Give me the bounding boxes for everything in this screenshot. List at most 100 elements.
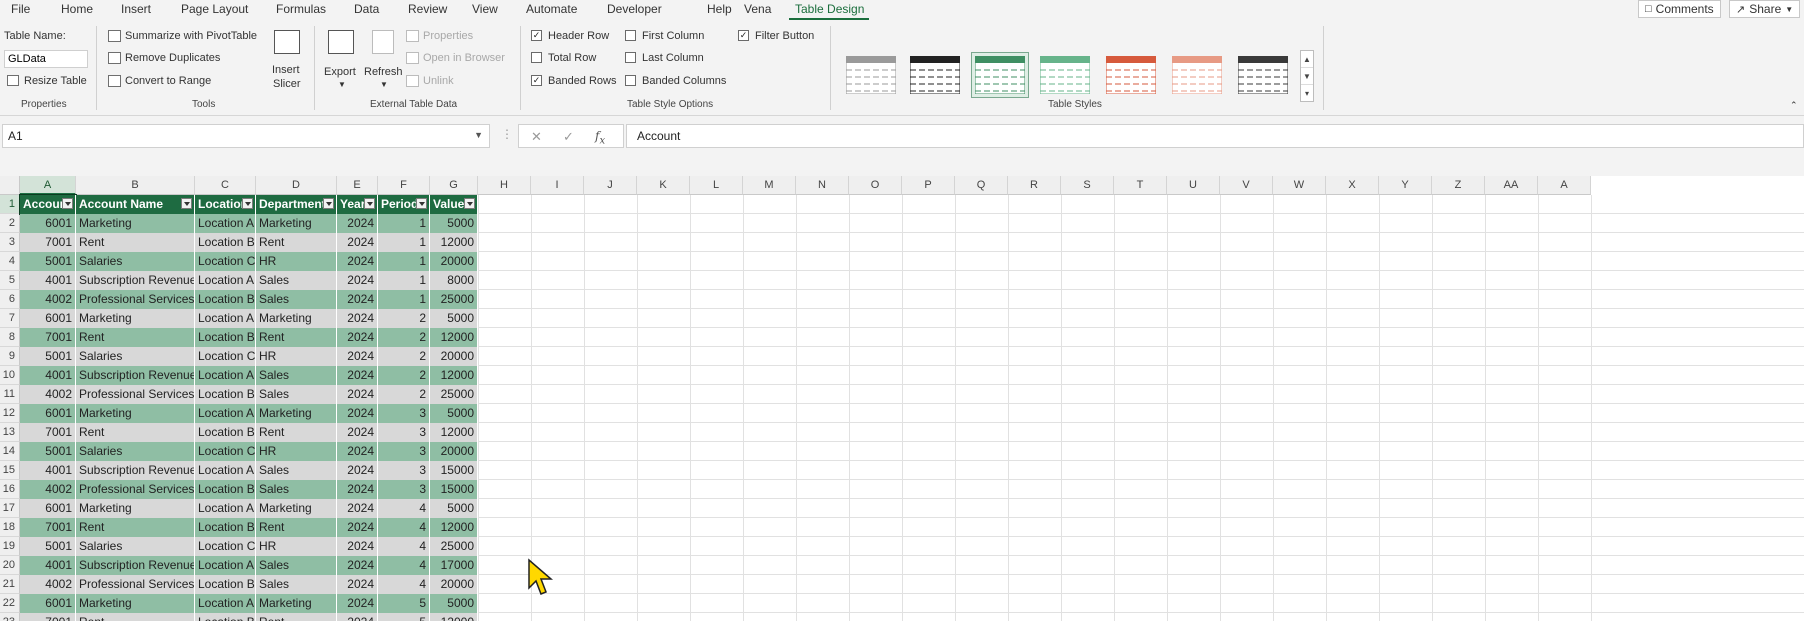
header-row-checkbox[interactable]: ✓ (531, 30, 542, 41)
column-header-x[interactable]: X (1326, 176, 1379, 195)
chevron-down-icon[interactable]: ▼ (1301, 68, 1313, 85)
row-header[interactable]: 3 (0, 233, 20, 252)
table-header-cell[interactable]: Location (195, 195, 256, 214)
table-style-swatch[interactable] (1036, 52, 1094, 98)
table-cell[interactable]: 2 (378, 347, 430, 366)
table-header-cell[interactable]: Account Name (76, 195, 195, 214)
column-header-u[interactable]: U (1167, 176, 1220, 195)
column-header-c[interactable]: C (195, 176, 256, 195)
table-cell[interactable]: HR (256, 252, 337, 271)
name-box[interactable]: A1 ▼ (2, 124, 490, 148)
insert-slicer-button[interactable]: Insert Slicer (268, 26, 308, 96)
table-cell[interactable]: 3 (378, 461, 430, 480)
table-cell[interactable]: Professional Services (76, 385, 195, 404)
filter-dropdown-icon[interactable] (416, 198, 427, 209)
comments-button[interactable]: □ Comments (1638, 0, 1721, 18)
table-cell[interactable]: 25000 (430, 290, 478, 309)
column-header-aa[interactable]: AA (1485, 176, 1538, 195)
table-cell[interactable]: 6001 (20, 404, 76, 423)
table-cell[interactable]: Marketing (76, 404, 195, 423)
row-header[interactable]: 9 (0, 347, 20, 366)
table-cell[interactable]: 5001 (20, 252, 76, 271)
table-cell[interactable]: 2024 (337, 233, 378, 252)
column-header-m[interactable]: M (743, 176, 796, 195)
convert-to-range-button[interactable]: Convert to Range (108, 73, 223, 89)
last-column-option[interactable]: Last Column (625, 50, 715, 66)
table-cell[interactable]: 3 (378, 480, 430, 499)
row-header[interactable]: 22 (0, 594, 20, 613)
filter-dropdown-icon[interactable] (464, 198, 475, 209)
table-cell[interactable]: 2024 (337, 461, 378, 480)
column-header-e[interactable]: E (337, 176, 378, 195)
table-cell[interactable]: 17000 (430, 556, 478, 575)
banded-rows-checkbox[interactable]: ✓ (531, 75, 542, 86)
row-header[interactable]: 19 (0, 537, 20, 556)
table-cell[interactable]: 4001 (20, 556, 76, 575)
column-header-k[interactable]: K (637, 176, 690, 195)
table-cell[interactable]: 4002 (20, 480, 76, 499)
share-button[interactable]: ↗ Share ▼ (1729, 0, 1801, 18)
table-cell[interactable]: 12000 (430, 328, 478, 347)
column-header-z[interactable]: Z (1432, 176, 1485, 195)
table-cell[interactable]: 2024 (337, 214, 378, 233)
filter-dropdown-icon[interactable] (323, 198, 334, 209)
table-style-swatch[interactable] (842, 52, 900, 98)
table-style-swatch[interactable] (1234, 52, 1292, 98)
last-column-checkbox[interactable] (625, 52, 636, 63)
table-cell[interactable]: Rent (256, 233, 337, 252)
filter-dropdown-icon[interactable] (242, 198, 253, 209)
table-header-cell[interactable]: Account (19, 194, 77, 215)
table-style-swatch[interactable] (1168, 52, 1226, 98)
column-header-l[interactable]: L (690, 176, 743, 195)
table-cell[interactable]: Rent (76, 423, 195, 442)
table-cell[interactable]: 2024 (337, 613, 378, 621)
table-cell[interactable]: Sales (256, 556, 337, 575)
row-header[interactable]: 7 (0, 309, 20, 328)
table-cell[interactable]: 5001 (20, 442, 76, 461)
table-cell[interactable]: Location C (195, 252, 256, 271)
table-cell[interactable]: 7001 (20, 613, 76, 621)
table-cell[interactable]: Subscription Revenue (76, 366, 195, 385)
column-header-j[interactable]: J (584, 176, 637, 195)
row-header[interactable]: 11 (0, 385, 20, 404)
tab-data[interactable]: Data (354, 2, 379, 16)
table-cell[interactable]: Location A (195, 499, 256, 518)
column-header-h[interactable]: H (478, 176, 531, 195)
table-cell[interactable]: 5 (378, 594, 430, 613)
table-cell[interactable]: HR (256, 537, 337, 556)
row-header[interactable]: 20 (0, 556, 20, 575)
table-cell[interactable]: Marketing (76, 499, 195, 518)
table-cell[interactable]: 2024 (337, 290, 378, 309)
column-header-f[interactable]: F (378, 176, 430, 195)
table-cell[interactable]: 5 (378, 613, 430, 621)
banded-columns-option[interactable]: Banded Columns (625, 73, 730, 89)
table-cell[interactable]: Salaries (76, 537, 195, 556)
table-cell[interactable]: 2024 (337, 423, 378, 442)
row-header[interactable]: 18 (0, 518, 20, 537)
table-cell[interactable]: 4002 (20, 290, 76, 309)
table-name-input[interactable] (4, 50, 88, 68)
table-cell[interactable]: Marketing (256, 499, 337, 518)
table-cell[interactable]: Location A (195, 309, 256, 328)
table-header-cell[interactable]: Department (256, 195, 337, 214)
table-cell[interactable]: Rent (256, 423, 337, 442)
table-cell[interactable]: Professional Services (76, 480, 195, 499)
table-cell[interactable]: 25000 (430, 385, 478, 404)
total-row-checkbox[interactable] (531, 52, 542, 63)
row-header[interactable]: 5 (0, 271, 20, 290)
table-cell[interactable]: Marketing (256, 594, 337, 613)
column-header-g[interactable]: G (430, 176, 478, 195)
table-cell[interactable]: 15000 (430, 480, 478, 499)
table-cell[interactable]: Location B (195, 423, 256, 442)
table-cell[interactable]: Marketing (76, 594, 195, 613)
column-header-b[interactable]: B (76, 176, 195, 195)
table-cell[interactable]: Sales (256, 480, 337, 499)
table-cell[interactable]: Location C (195, 537, 256, 556)
column-header-a[interactable]: A (1538, 176, 1591, 195)
table-cell[interactable]: 4001 (20, 461, 76, 480)
table-cell[interactable]: Rent (76, 328, 195, 347)
row-header[interactable]: 15 (0, 461, 20, 480)
column-header-d[interactable]: D (256, 176, 337, 195)
table-cell[interactable]: Professional Services (76, 290, 195, 309)
table-cell[interactable]: Salaries (76, 252, 195, 271)
